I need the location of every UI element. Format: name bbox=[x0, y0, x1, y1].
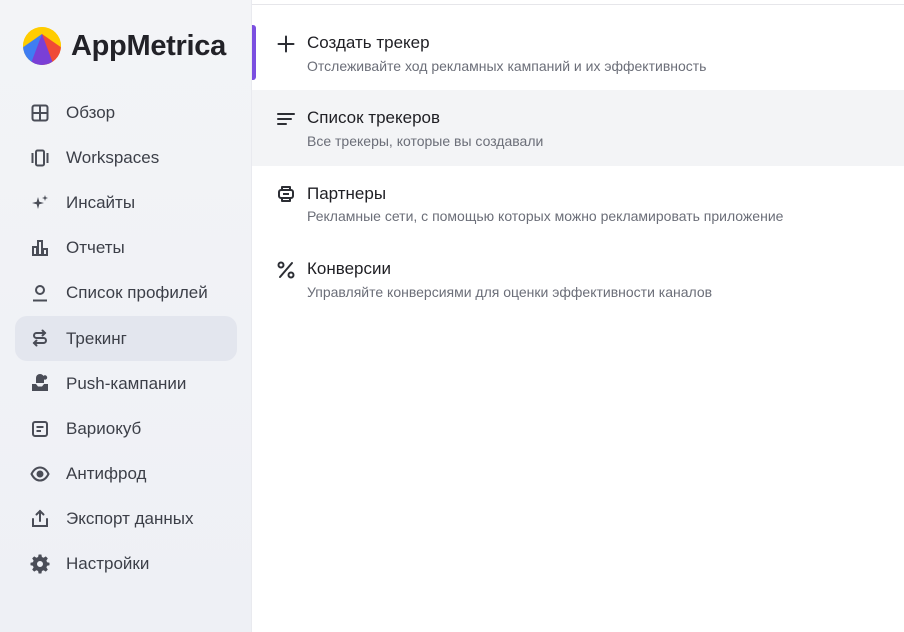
create-tracker-item[interactable]: Создать трекер Отслеживайте ход рекламны… bbox=[252, 14, 904, 90]
sidebar-item-export[interactable]: Экспорт данных bbox=[15, 497, 237, 542]
plus-icon bbox=[275, 33, 297, 55]
sidebar-item-label: Инсайты bbox=[66, 192, 136, 212]
list-icon bbox=[275, 108, 297, 130]
menu-item-subtitle: Все трекеры, которые вы создавали bbox=[307, 133, 544, 149]
partners-icon bbox=[275, 183, 297, 205]
sidebar-item-push[interactable]: Push-кампании bbox=[15, 361, 237, 406]
tracking-icon bbox=[29, 328, 51, 350]
sidebar-item-label: Отчеты bbox=[66, 238, 125, 258]
sidebar-item-label: Антифрод bbox=[66, 464, 147, 484]
percent-icon bbox=[275, 259, 297, 281]
sidebar-nav: Обзор Workspaces Инсайты Отчеты Список п… bbox=[15, 90, 237, 587]
menu-item-title: Список трекеров bbox=[307, 108, 441, 127]
sidebar-item-overview[interactable]: Обзор bbox=[15, 90, 237, 135]
partners-item[interactable]: Партнеры Рекламные сети, с помощью котор… bbox=[252, 166, 904, 242]
sidebar-item-reports[interactable]: Отчеты bbox=[15, 226, 237, 271]
variocube-icon bbox=[29, 418, 51, 440]
grid-icon bbox=[29, 102, 51, 124]
sidebar-item-profiles[interactable]: Список профилей bbox=[15, 271, 237, 316]
sidebar: AppMetrica Обзор Workspaces Инсайты Отче… bbox=[0, 0, 252, 632]
sidebar-item-label: Push-кампании bbox=[66, 373, 187, 393]
gear-icon bbox=[29, 553, 51, 575]
sidebar-item-label: Настройки bbox=[66, 554, 150, 574]
logo[interactable]: AppMetrica bbox=[22, 26, 226, 66]
profile-icon bbox=[29, 282, 51, 304]
sidebar-item-variocube[interactable]: Вариокуб bbox=[15, 406, 237, 451]
bar-chart-icon bbox=[29, 237, 51, 259]
sidebar-item-label: Обзор bbox=[66, 102, 116, 122]
brand-name: AppMetrica bbox=[71, 29, 226, 62]
tracker-list-item[interactable]: Список трекеров Все трекеры, которые вы … bbox=[252, 90, 904, 166]
export-icon bbox=[29, 508, 51, 530]
sidebar-item-label: Экспорт данных bbox=[66, 509, 194, 529]
menu-item-subtitle: Отслеживайте ход рекламных кампаний и их… bbox=[307, 58, 707, 74]
menu-item-title: Конверсии bbox=[307, 259, 391, 278]
sidebar-item-insights[interactable]: Инсайты bbox=[15, 180, 237, 225]
menu-item-subtitle: Рекламные сети, с помощью которых можно … bbox=[307, 208, 784, 224]
menu-item-title: Создать трекер bbox=[307, 33, 430, 52]
sidebar-item-workspaces[interactable]: Workspaces bbox=[15, 135, 237, 180]
eye-icon bbox=[29, 463, 51, 485]
appmetrica-logo-icon bbox=[23, 27, 61, 65]
tracking-menu: Создать трекер Отслеживайте ход рекламны… bbox=[252, 0, 904, 632]
sidebar-item-antifraud[interactable]: Антифрод bbox=[15, 452, 237, 497]
app-window: AppMetrica Обзор Workspaces Инсайты Отче… bbox=[0, 0, 904, 632]
sidebar-item-label: Workspaces bbox=[66, 147, 160, 167]
conversions-item[interactable]: Конверсии Управляйте конверсиями для оце… bbox=[252, 242, 904, 318]
sidebar-item-tracking[interactable]: Трекинг bbox=[15, 315, 237, 362]
sparkles-icon bbox=[29, 192, 51, 214]
workspaces-icon bbox=[29, 147, 51, 169]
sidebar-item-label: Список профилей bbox=[66, 283, 208, 303]
menu-item-subtitle: Управляйте конверсиями для оценки эффект… bbox=[307, 284, 713, 300]
sidebar-item-label: Трекинг bbox=[66, 328, 127, 348]
sidebar-item-label: Вариокуб bbox=[66, 418, 142, 438]
menu-item-title: Партнеры bbox=[307, 184, 387, 203]
push-icon bbox=[29, 373, 51, 395]
sidebar-item-settings[interactable]: Настройки bbox=[15, 542, 237, 587]
